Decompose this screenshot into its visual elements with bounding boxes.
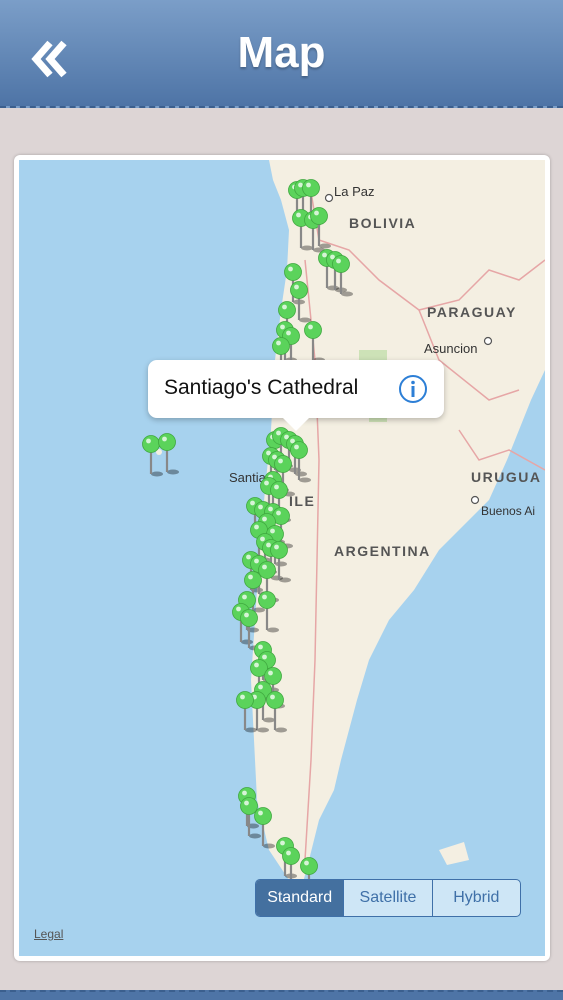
callout-title: Santiago's Cathedral bbox=[164, 376, 359, 399]
map-canvas: La Paz BOLIVIA PARAGUAY Asuncion Santia … bbox=[142, 160, 545, 899]
label-la-paz: La Paz bbox=[334, 184, 374, 199]
map-type-selector[interactable]: Standard Satellite Hybrid bbox=[255, 879, 521, 917]
map-type-hybrid[interactable]: Hybrid bbox=[431, 880, 520, 916]
city-dot bbox=[470, 495, 480, 505]
pin-callout[interactable]: Santiago's Cathedral bbox=[148, 360, 444, 431]
info-button[interactable] bbox=[398, 374, 428, 404]
map-container: La Paz BOLIVIA PARAGUAY Asuncion Santia … bbox=[14, 155, 550, 961]
map-pin[interactable] bbox=[158, 433, 180, 475]
nav-bar: Map bbox=[0, 0, 563, 108]
label-argentina: ARGENTINA bbox=[334, 543, 431, 559]
city-dot bbox=[324, 193, 334, 203]
page-title: Map bbox=[237, 28, 326, 77]
map-type-satellite[interactable]: Satellite bbox=[343, 880, 431, 916]
label-paraguay: PARAGUAY bbox=[427, 304, 517, 320]
label-buenos-aires: Buenos Ai bbox=[481, 504, 535, 518]
label-asuncion: Asuncion bbox=[424, 341, 477, 356]
island bbox=[402, 427, 412, 437]
island bbox=[439, 842, 469, 865]
info-icon bbox=[399, 375, 427, 403]
bottom-bar bbox=[0, 990, 563, 1000]
map-type-standard[interactable]: Standard bbox=[256, 880, 344, 916]
label-uruguay: URUGUA bbox=[471, 469, 541, 485]
legal-link[interactable]: Legal bbox=[34, 927, 63, 941]
label-bolivia: BOLIVIA bbox=[349, 215, 416, 231]
map-view[interactable]: La Paz BOLIVIA PARAGUAY Asuncion Santia … bbox=[19, 160, 545, 956]
city-dot bbox=[483, 336, 493, 346]
